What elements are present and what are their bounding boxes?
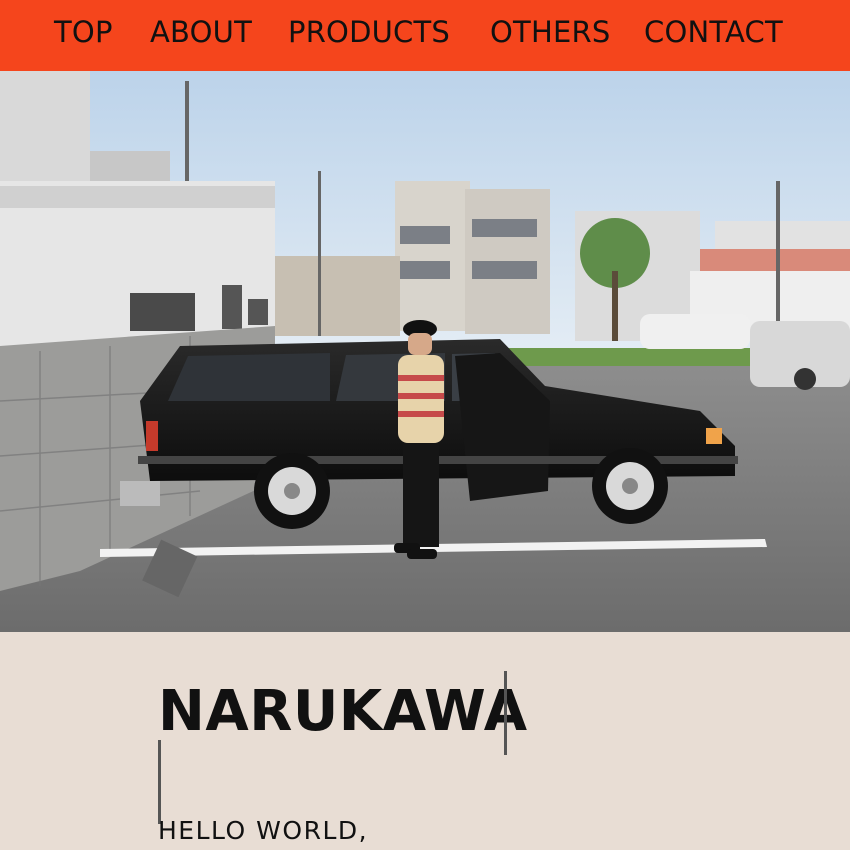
top-navigation-bar: TOP ABOUT PRODUCTS OTHERS CONTACT xyxy=(0,0,850,71)
page-title: NARUKAWA xyxy=(158,679,528,744)
text-cursor xyxy=(504,671,507,755)
subtitle-text: HELLO WORLD, xyxy=(158,816,369,845)
nav-link-others[interactable]: OTHERS xyxy=(490,18,610,47)
nav-link-about[interactable]: ABOUT xyxy=(150,18,252,47)
nav-link-top[interactable]: TOP xyxy=(54,18,113,47)
nav-link-products[interactable]: PRODUCTS xyxy=(288,18,450,47)
hero-text-panel: NARUKAWA HELLO WORLD, xyxy=(0,632,850,850)
nav-link-contact[interactable]: CONTACT xyxy=(644,18,783,47)
text-cursor xyxy=(158,740,161,824)
hero-photo xyxy=(0,71,850,632)
hero-image xyxy=(0,71,850,632)
